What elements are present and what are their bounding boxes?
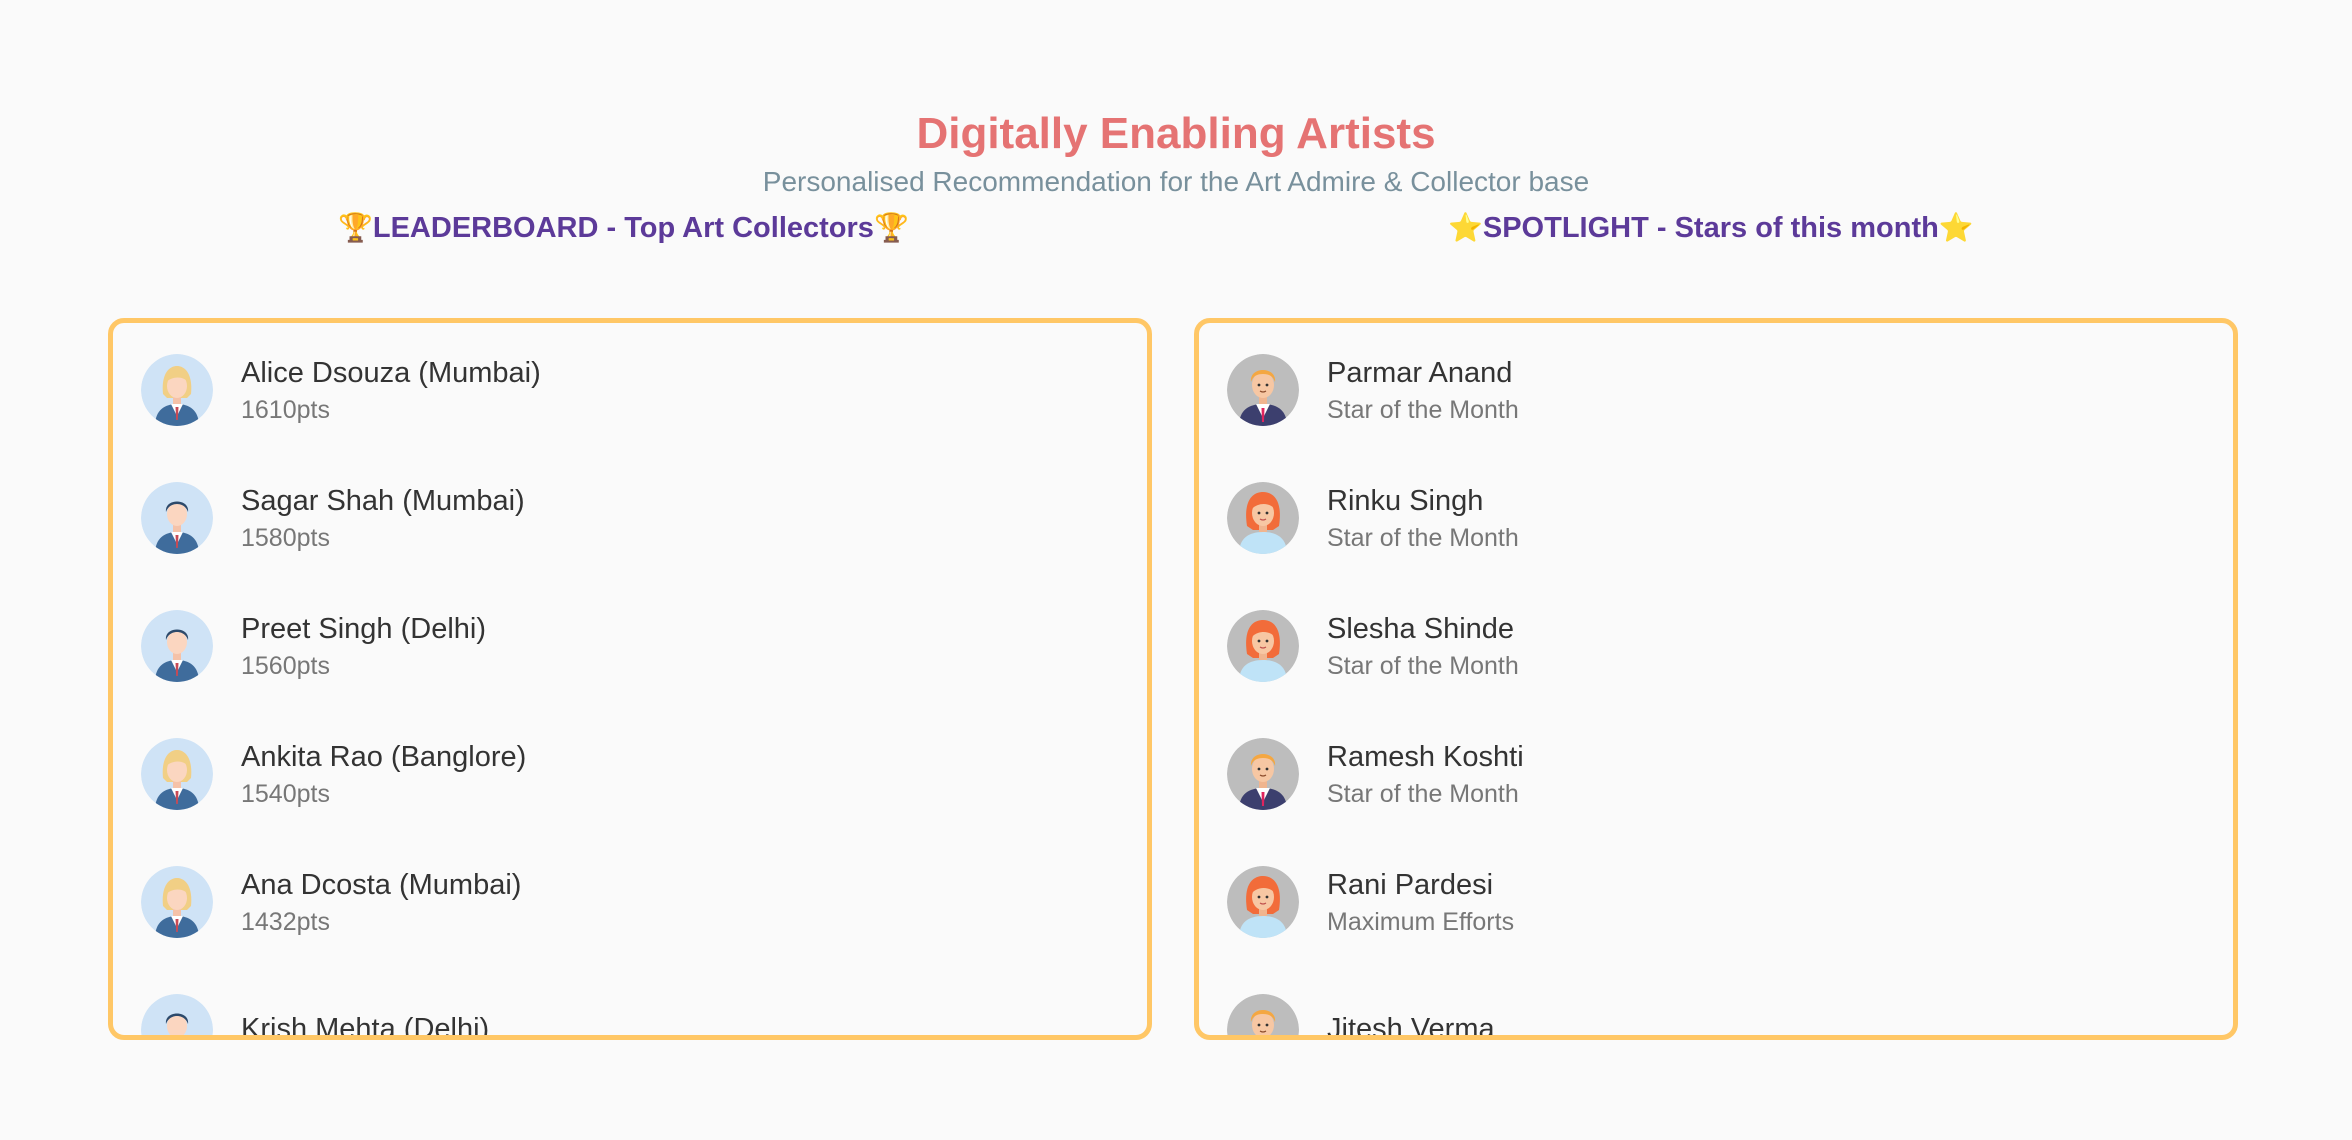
page-title: Digitally Enabling Artists: [916, 109, 1436, 158]
star-icon: ⭐: [1938, 211, 1974, 244]
leaderboard-entry[interactable]: Preet Singh (Delhi) 1560pts: [141, 601, 1101, 691]
male-avatar-icon: [141, 994, 213, 1035]
spotlight-entry-note: Star of the Month: [1327, 780, 1519, 808]
page-subtitle: Personalised Recommendation for the Art …: [762, 166, 1590, 197]
spotlight-entry[interactable]: Parmar Anand Star of the Month: [1227, 345, 2187, 435]
spotlight-entry[interactable]: Slesha Shinde Star of the Month: [1227, 601, 2187, 691]
spotlight-entry[interactable]: Rani Pardesi Maximum Efforts: [1227, 857, 2187, 947]
spotlight-entry-text: Jitesh Verma: [1327, 1010, 1495, 1040]
spotlight-entry-name: Rani Pardesi: [1327, 869, 1494, 901]
leaderboard-heading: 🏆 LEADERBOARD - Top Art Collectors 🏆: [338, 208, 909, 248]
male-avatar-icon: [141, 482, 213, 554]
leaderboard-entry[interactable]: Ana Dcosta (Mumbai) 1432pts: [141, 857, 1101, 947]
trophy-icon: 🏆: [338, 211, 373, 244]
female-avatar-icon: [141, 354, 213, 426]
spotlight-entry-text: Parmar Anand Star of the Month: [1327, 354, 1519, 426]
trophy-icon: 🏆: [873, 211, 909, 244]
spotlight-entry-name: Parmar Anand: [1327, 357, 1513, 389]
woman-avatar-icon: [1227, 610, 1299, 682]
spotlight-list: Parmar Anand Star of the Month Rinku Sing…: [1199, 323, 2233, 1035]
spotlight-entry-note: Star of the Month: [1327, 652, 1519, 680]
spotlight-entry-text: Ramesh Koshti Star of the Month: [1327, 738, 1524, 810]
spotlight-entry-name: Jitesh Verma: [1327, 1013, 1495, 1040]
female-avatar-icon: [141, 866, 213, 938]
leaderboard-entry-points: 1560pts: [241, 652, 330, 680]
spotlight-entry-text: Rinku Singh Star of the Month: [1327, 482, 1519, 554]
leaderboard-list: Alice Dsouza (Mumbai) 1610pts Sagar Shah …: [113, 323, 1147, 1035]
male-avatar-icon: [141, 610, 213, 682]
spotlight-entry[interactable]: Ramesh Koshti Star of the Month: [1227, 729, 2187, 819]
spotlight-panel[interactable]: Parmar Anand Star of the Month Rinku Sing…: [1194, 318, 2238, 1040]
spotlight-entry[interactable]: Rinku Singh Star of the Month: [1227, 473, 2187, 563]
female-avatar-icon: [141, 738, 213, 810]
leaderboard-entry-points: 1540pts: [241, 780, 330, 808]
spotlight-heading: ⭐ SPOTLIGHT - Stars of this month ⭐: [1448, 208, 1974, 248]
spotlight-entry-note: Star of the Month: [1327, 524, 1519, 552]
spotlight-entry-name: Rinku Singh: [1327, 485, 1484, 517]
leaderboard-entry-points: 1432pts: [241, 908, 330, 936]
leaderboard-entry-name: Alice Dsouza (Mumbai): [241, 357, 541, 389]
leaderboard-entry-text: Ana Dcosta (Mumbai) 1432pts: [241, 866, 521, 938]
leaderboard-entry-points: 1580pts: [241, 524, 330, 552]
leaderboard-entry-name: Ana Dcosta (Mumbai): [241, 869, 522, 901]
spotlight-entry-note: Maximum Efforts: [1327, 908, 1515, 936]
leaderboard-entry-text: Sagar Shah (Mumbai) 1580pts: [241, 482, 525, 554]
leaderboard-entry-name: Sagar Shah (Mumbai): [241, 485, 525, 517]
spotlight-entry-note: Star of the Month: [1327, 396, 1519, 424]
leaderboard-entry-name: Preet Singh (Delhi): [241, 613, 486, 645]
spotlight-entry-name: Slesha Shinde: [1327, 613, 1515, 645]
page: Digitally Enabling Artists Personalised …: [0, 0, 2352, 1140]
leaderboard-entry[interactable]: Ankita Rao (Banglore) 1540pts: [141, 729, 1101, 819]
leaderboard-entry-text: Krish Mehta (Delhi): [241, 1010, 490, 1040]
star-icon: ⭐: [1448, 211, 1483, 244]
spotlight-entry[interactable]: Jitesh Verma: [1227, 985, 2187, 1040]
woman-avatar-icon: [1227, 866, 1299, 938]
leaderboard-heading-text: LEADERBOARD - Top Art Collectors: [372, 212, 874, 244]
spotlight-entry-text: Slesha Shinde Star of the Month: [1327, 610, 1519, 682]
man-avatar-icon: [1227, 354, 1299, 426]
leaderboard-entry-text: Preet Singh (Delhi) 1560pts: [241, 610, 486, 682]
spotlight-heading-text: SPOTLIGHT - Stars of this month: [1482, 212, 1939, 244]
spotlight-entry-name: Ramesh Koshti: [1327, 741, 1524, 773]
man-avatar-icon: [1227, 994, 1299, 1035]
leaderboard-entry-points: 1610pts: [241, 396, 330, 424]
leaderboard-entry-name: Ankita Rao (Banglore): [241, 741, 527, 773]
man-avatar-icon: [1227, 738, 1299, 810]
woman-avatar-icon: [1227, 482, 1299, 554]
leaderboard-entry-text: Alice Dsouza (Mumbai) 1610pts: [241, 354, 541, 426]
leaderboard-entry-text: Ankita Rao (Banglore) 1540pts: [241, 738, 526, 810]
leaderboard-entry-name: Krish Mehta (Delhi): [241, 1013, 490, 1040]
spotlight-entry-text: Rani Pardesi Maximum Efforts: [1327, 866, 1514, 938]
leaderboard-entry[interactable]: Alice Dsouza (Mumbai) 1610pts: [141, 345, 1101, 435]
leaderboard-entry[interactable]: Sagar Shah (Mumbai) 1580pts: [141, 473, 1101, 563]
leaderboard-panel[interactable]: Alice Dsouza (Mumbai) 1610pts Sagar Shah …: [108, 318, 1152, 1040]
leaderboard-entry[interactable]: Krish Mehta (Delhi): [141, 985, 1101, 1040]
